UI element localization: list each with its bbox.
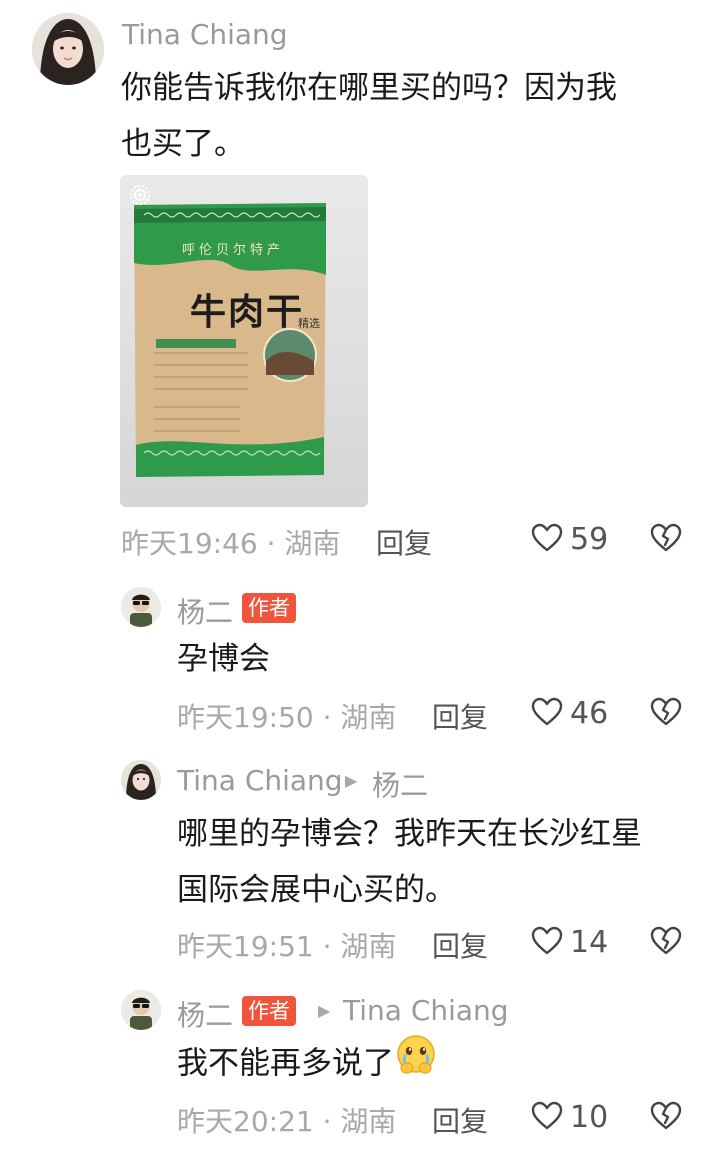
reply-button[interactable]: 回复 bbox=[432, 1100, 488, 1140]
broken-heart-icon bbox=[650, 697, 682, 726]
reply-button[interactable]: 回复 bbox=[432, 925, 488, 965]
product-top-label: 呼伦贝尔特产 bbox=[182, 243, 285, 258]
like-button[interactable] bbox=[531, 926, 563, 956]
dislike-button[interactable] bbox=[650, 926, 682, 956]
product-title: 牛肉干 bbox=[190, 291, 305, 333]
reply-text: 孕博会 bbox=[177, 641, 270, 677]
broken-heart-icon bbox=[650, 1101, 682, 1130]
dislike-button[interactable] bbox=[650, 1101, 682, 1131]
like-count: 59 bbox=[570, 522, 609, 557]
dislike-button[interactable] bbox=[650, 523, 682, 553]
broken-heart-icon bbox=[650, 926, 682, 955]
avatar[interactable] bbox=[32, 13, 104, 85]
like-count: 46 bbox=[570, 696, 609, 731]
reply-time: 昨天19:51 · 湖南 bbox=[177, 930, 397, 963]
like-count: 10 bbox=[570, 1100, 609, 1135]
broken-heart-icon bbox=[650, 523, 682, 552]
like-button[interactable] bbox=[531, 1101, 563, 1131]
heart-icon bbox=[531, 926, 563, 955]
reply-to-name[interactable]: Tina Chiang bbox=[343, 994, 509, 1027]
heart-icon bbox=[531, 523, 563, 552]
product-sub: 精选 bbox=[298, 317, 320, 330]
reply-time: 昨天20:21 · 湖南 bbox=[177, 1105, 397, 1138]
comment-time: 昨天19:46 · 湖南 bbox=[121, 527, 341, 560]
reply-to-arrow-icon: ▶ bbox=[345, 771, 358, 790]
like-button[interactable] bbox=[531, 523, 563, 553]
live-photo-icon bbox=[130, 185, 150, 205]
author-badge: 作者 bbox=[242, 996, 296, 1026]
comment-text-line2: 也买了。 bbox=[121, 126, 245, 162]
like-button[interactable] bbox=[531, 697, 563, 727]
reply-text-row: 我不能再多说了 bbox=[177, 1034, 438, 1096]
reply-text: 我不能再多说了 bbox=[177, 1045, 394, 1082]
reply-text-line1: 哪里的孕博会？我昨天在长沙红星 bbox=[177, 816, 642, 852]
avatar[interactable] bbox=[121, 990, 161, 1030]
commenter-name[interactable]: 杨二 bbox=[177, 994, 233, 1034]
comment-text-line1: 你能告诉我你在哪里买的吗？因为我 bbox=[121, 70, 617, 106]
reply-text-line2: 国际会展中心买的。 bbox=[177, 872, 456, 908]
reply-button[interactable]: 回复 bbox=[432, 696, 488, 736]
reply-button[interactable]: 回复 bbox=[376, 522, 432, 562]
commenter-name[interactable]: Tina Chiang bbox=[177, 764, 343, 797]
crying-emoji-icon bbox=[394, 1034, 438, 1096]
author-badge: 作者 bbox=[242, 593, 296, 623]
reply-to-name[interactable]: 杨二 bbox=[372, 764, 428, 804]
reply-time: 昨天19:50 · 湖南 bbox=[177, 701, 397, 734]
heart-icon bbox=[531, 1101, 563, 1130]
dislike-button[interactable] bbox=[650, 697, 682, 727]
comment-image[interactable]: 呼伦贝尔特产 牛肉干 精选 bbox=[120, 175, 368, 507]
commenter-name[interactable]: Tina Chiang bbox=[122, 18, 288, 51]
avatar[interactable] bbox=[121, 587, 161, 627]
commenter-name[interactable]: 杨二 bbox=[177, 591, 233, 631]
like-count: 14 bbox=[570, 925, 609, 960]
heart-icon bbox=[531, 697, 563, 726]
reply-to-arrow-icon: ▶ bbox=[318, 1001, 331, 1020]
avatar[interactable] bbox=[121, 760, 161, 800]
